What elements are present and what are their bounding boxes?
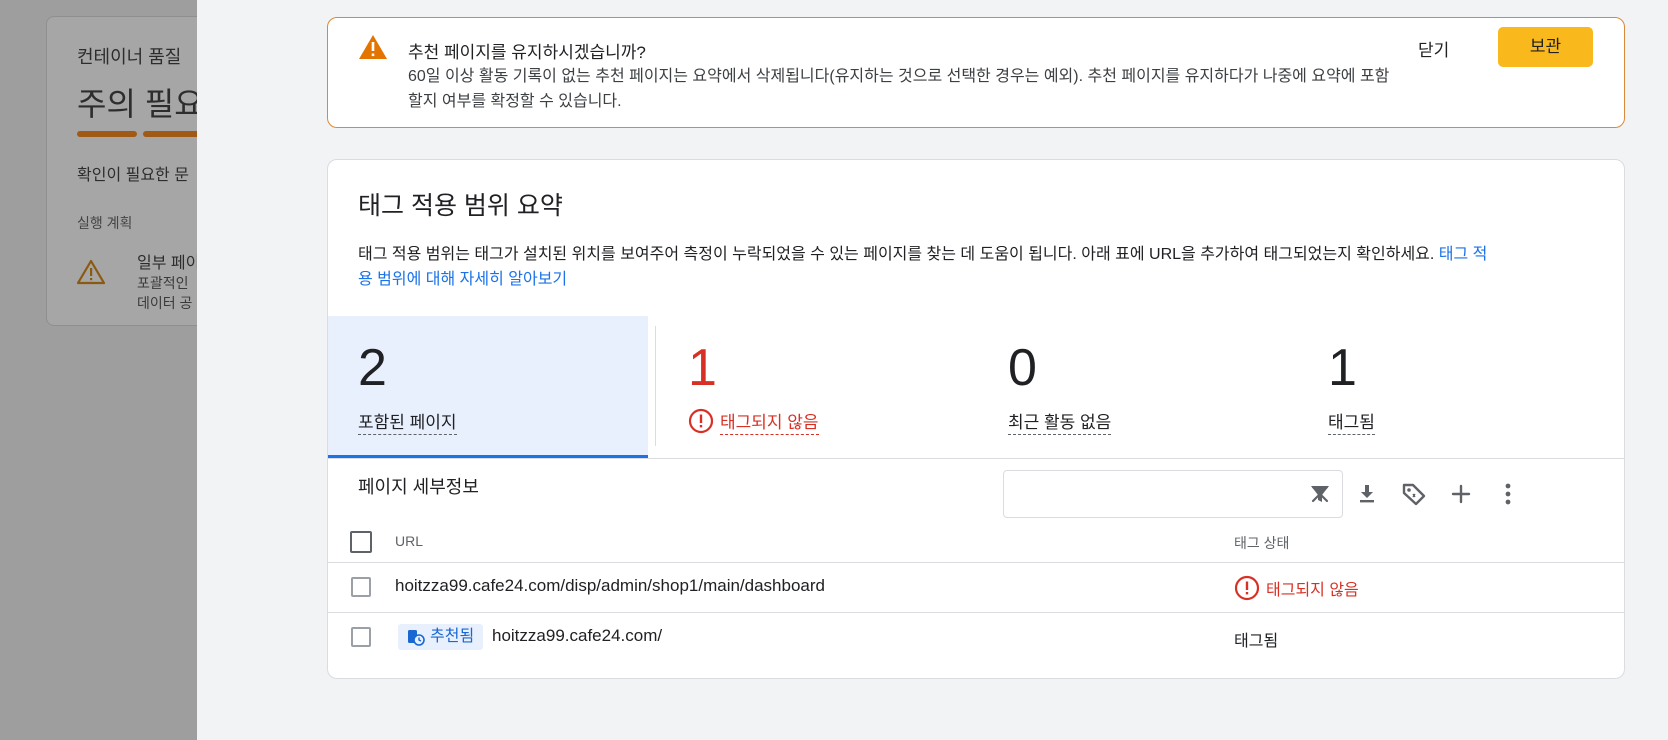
stat-label: 최근 활동 없음 — [1008, 412, 1112, 435]
action-item-desc: 포괄적인 데이터 공 — [137, 273, 192, 313]
stat-included-pages[interactable]: 2 포함된 페이지 — [328, 316, 648, 458]
stat-tagged[interactable]: 1 태그됨 — [1298, 316, 1618, 458]
tag-coverage-summary-card: 태그 적용 범위 요약 태그 적용 범위는 태그가 설치된 위치를 보여주어 측… — [327, 159, 1625, 679]
suggested-badge-label: 추천됨 — [430, 628, 475, 645]
more-vert-icon[interactable] — [1494, 480, 1522, 508]
stats-divider — [328, 458, 1624, 459]
coverage-description: 태그 적용 범위는 태그가 설치된 위치를 보여주어 측정이 누락되었을 수 있… — [358, 242, 1488, 292]
action-item-desc-line-1: 포괄적인 — [137, 275, 189, 291]
keep-suggested-pages-banner: 추천 페이지를 유지하시겠습니까? 60일 이상 활동 기록이 없는 추천 페이… — [327, 17, 1625, 128]
stat-value: 2 — [358, 339, 387, 397]
background-overlay: 컨테이너 품질 주의 필요 확인이 필요한 문 실행 계획 일부 페이 포괄적인… — [0, 0, 197, 740]
stat-not-tagged[interactable]: 1 태그되지 않음 — [658, 316, 978, 458]
container-quality-title: 컨테이너 품질 — [77, 47, 182, 67]
tag-coverage-panel: 추천 페이지를 유지하시겠습니까? 60일 이상 활동 기록이 없는 추천 페이… — [197, 0, 1668, 740]
row-tag-status: 태그되지 않음 — [1266, 582, 1359, 599]
row-checkbox[interactable] — [351, 627, 371, 647]
banner-title: 추천 페이지를 유지하시겠습니까? — [408, 43, 646, 62]
banner-body: 60일 이상 활동 기록이 없는 추천 페이지는 요약에서 삭제됩니다(유지하는… — [408, 68, 1390, 110]
error-icon — [688, 408, 714, 439]
tag-icon[interactable] — [1400, 480, 1428, 508]
stat-label: 태그됨 — [1328, 412, 1375, 435]
page-details-title: 페이지 세부정보 — [358, 477, 479, 497]
row-checkbox[interactable] — [351, 577, 371, 597]
download-icon[interactable] — [1353, 480, 1381, 508]
column-header-url: URL — [395, 533, 424, 549]
action-item-title: 일부 페이 — [137, 255, 197, 272]
action-item-desc-line-2: 데이터 공 — [137, 295, 193, 311]
close-banner-button[interactable]: 닫기 — [1418, 36, 1449, 61]
select-all-checkbox[interactable] — [350, 531, 372, 553]
add-icon[interactable] — [1447, 480, 1475, 508]
stat-value: 1 — [688, 339, 717, 397]
column-header-tag-status: 태그 상태 — [1234, 535, 1290, 551]
filter-icon[interactable] — [1306, 480, 1334, 508]
row-url: hoitzza99.cafe24.com/ — [492, 626, 663, 645]
table-row[interactable]: hoitzza99.cafe24.com/disp/admin/shop1/ma… — [328, 563, 1624, 613]
suggested-badge: 추천됨 — [398, 624, 484, 650]
stat-value: 1 — [1328, 339, 1357, 397]
keep-button[interactable]: 보관 — [1498, 27, 1593, 67]
coverage-description-text: 태그 적용 범위는 태그가 설치된 위치를 보여주어 측정이 누락되었을 수 있… — [358, 246, 1435, 263]
error-icon — [1234, 575, 1260, 606]
action-plan-label: 실행 계획 — [77, 215, 133, 231]
warning-icon — [76, 259, 106, 290]
stat-label: 태그되지 않음 — [720, 412, 819, 435]
row-url: hoitzza99.cafe24.com/disp/admin/shop1/ma… — [395, 576, 825, 595]
search-box — [1003, 470, 1343, 518]
attention-needed-heading: 주의 필요 — [77, 86, 197, 122]
stat-label: 포함된 페이지 — [358, 412, 457, 435]
quality-bar-segment-1 — [77, 131, 137, 137]
quality-subtitle: 확인이 필요한 문 — [77, 167, 189, 184]
table-header: URL 태그 상태 — [328, 516, 1624, 563]
row-tag-status: 태그됨 — [1234, 633, 1279, 650]
search-input[interactable] — [1014, 479, 1288, 511]
warning-icon — [358, 34, 388, 65]
coverage-title: 태그 적용 범위 요약 — [358, 192, 563, 220]
container-quality-card: 컨테이너 품질 주의 필요 확인이 필요한 문 실행 계획 일부 페이 포괄적인… — [46, 16, 197, 326]
stat-divider — [655, 326, 656, 446]
table-row[interactable]: 추천됨 hoitzza99.cafe24.com/ 태그됨 — [328, 613, 1624, 662]
stat-value: 0 — [1008, 339, 1037, 397]
stat-no-recent-activity[interactable]: 0 최근 활동 없음 — [978, 316, 1298, 458]
quality-bar-segment-2 — [143, 131, 197, 137]
suggested-clock-icon — [406, 628, 426, 655]
